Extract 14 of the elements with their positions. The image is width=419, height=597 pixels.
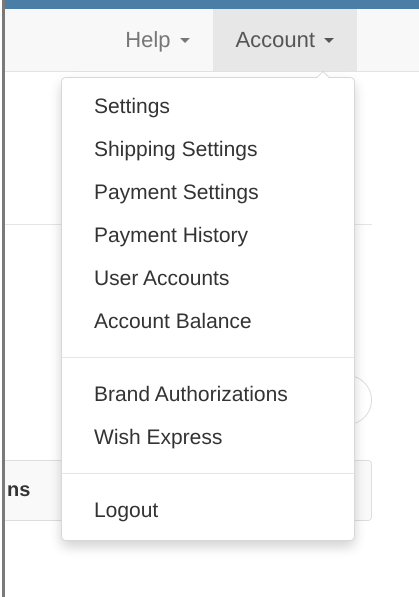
menu-item[interactable]: Shipping Settings <box>62 128 354 171</box>
caret-icon <box>324 38 334 42</box>
nav-menu[interactable]: Account <box>212 9 357 71</box>
menu-item[interactable]: Account Balance <box>62 300 354 343</box>
nav-menu[interactable]: Help <box>102 9 212 71</box>
menu-item[interactable]: Payment History <box>62 214 354 257</box>
menu-item[interactable]: Wish Express <box>62 416 354 459</box>
caret-icon <box>180 38 190 42</box>
menu-item[interactable]: Brand Authorizations <box>62 373 354 416</box>
menu-item[interactable]: Payment Settings <box>62 171 354 214</box>
menu-item[interactable]: Logout <box>62 489 354 532</box>
column-header: ns <box>7 479 30 502</box>
menu-item[interactable]: Settings <box>62 85 354 128</box>
menu-item[interactable]: User Accounts <box>62 257 354 300</box>
